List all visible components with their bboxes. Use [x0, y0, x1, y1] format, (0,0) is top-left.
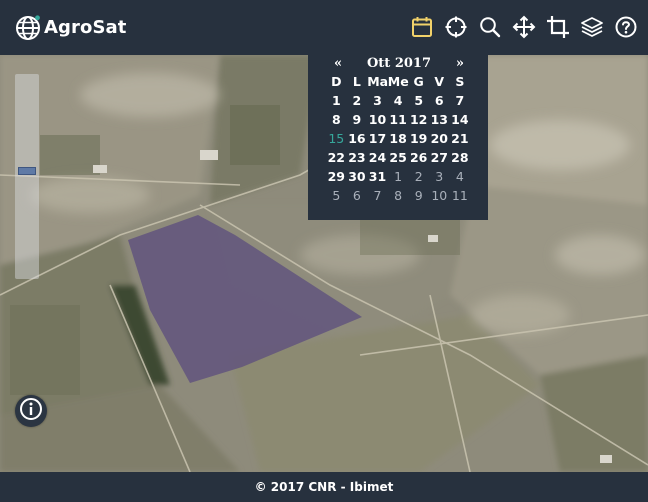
globe-icon — [15, 14, 41, 41]
calendar-day[interactable]: 23 — [347, 148, 368, 167]
calendar-day[interactable]: 30 — [347, 167, 368, 186]
calendar-day[interactable]: 7 — [450, 91, 471, 110]
search-button[interactable] — [473, 11, 507, 43]
layers-icon — [580, 15, 604, 39]
help-button[interactable] — [609, 11, 643, 43]
calendar-day[interactable]: 4 — [450, 167, 471, 186]
calendar-day[interactable]: 22 — [326, 148, 347, 167]
app-logo[interactable]: AgroSat — [15, 14, 127, 41]
calendar-day[interactable]: 3 — [429, 167, 450, 186]
calendar-day[interactable]: 9 — [408, 186, 429, 205]
calendar-day[interactable]: 6 — [429, 91, 450, 110]
calendar-day[interactable]: 21 — [450, 129, 471, 148]
calendar-day[interactable]: 3 — [367, 91, 388, 110]
weekday-header: D — [331, 74, 342, 89]
calendar-day[interactable]: 19 — [408, 129, 429, 148]
month-label[interactable]: Ott 2017 — [367, 56, 431, 71]
calendar-day[interactable]: 26 — [408, 148, 429, 167]
calendar-day[interactable]: 1 — [326, 91, 347, 110]
calendar-day[interactable]: 10 — [367, 110, 388, 129]
calendar-day[interactable]: 9 — [347, 110, 368, 129]
calendar-day[interactable]: 29 — [326, 167, 347, 186]
info-icon — [19, 397, 43, 425]
calendar-day[interactable]: 12 — [408, 110, 429, 129]
calendar-day[interactable]: 10 — [429, 186, 450, 205]
calendar-day[interactable]: 25 — [388, 148, 409, 167]
satellite-map[interactable]: « Ott 2017 » D L Ma Me G V S 1 2 3 4 5 6 7 8 9 10 11 12 13 1… — [0, 55, 648, 472]
weekday-header: Me — [387, 74, 409, 89]
copyright-text: © 2017 CNR - Ibimet — [254, 480, 394, 494]
calendar-day[interactable]: 2 — [408, 167, 429, 186]
calendar-day[interactable]: 14 — [450, 110, 471, 129]
calendar-day[interactable]: 5 — [326, 186, 347, 205]
calendar-day[interactable]: 4 — [388, 91, 409, 110]
weekday-header: V — [434, 74, 445, 89]
date-picker: « Ott 2017 » D L Ma Me G V S 1 2 3 4 5 6 7 8 9 10 11 12 13 1… — [308, 55, 488, 220]
app-title: AgroSat — [44, 17, 127, 38]
calendar-day[interactable]: 16 — [347, 129, 368, 148]
zoom-slider[interactable] — [15, 74, 39, 279]
app-header: AgroSat — [0, 0, 648, 55]
calendar-day[interactable]: 2 — [347, 91, 368, 110]
weekday-header: L — [352, 74, 361, 89]
pan-button[interactable] — [507, 11, 541, 43]
info-button[interactable] — [15, 395, 47, 427]
footer: © 2017 CNR - Ibimet — [0, 472, 648, 502]
calendar-day[interactable]: 8 — [326, 110, 347, 129]
calendar-day[interactable]: 1 — [388, 167, 409, 186]
calendar-day[interactable]: 11 — [388, 110, 409, 129]
toolbar — [405, 11, 643, 43]
calendar-day[interactable]: 18 — [388, 129, 409, 148]
calendar-day[interactable]: 11 — [450, 186, 471, 205]
next-month-button[interactable]: » — [456, 56, 464, 71]
crosshair-icon — [445, 16, 467, 38]
crop-button[interactable] — [541, 11, 575, 43]
weekday-header: S — [455, 74, 465, 89]
calendar-day[interactable]: 6 — [347, 186, 368, 205]
zoom-slider-thumb[interactable] — [18, 167, 36, 175]
calendar-day[interactable]: 15 — [326, 129, 347, 148]
calendar-day[interactable]: 31 — [367, 167, 388, 186]
weekday-header: G — [413, 74, 424, 89]
date-picker-grid: D L Ma Me G V S 1 2 3 4 5 6 7 8 9 10 11 12 13 14 15 16 17 18 19 20… — [308, 72, 488, 205]
move-icon — [512, 15, 536, 39]
calendar-day[interactable]: 28 — [450, 148, 471, 167]
calendar-icon — [411, 16, 433, 38]
calendar-button[interactable] — [405, 11, 439, 43]
calendar-day[interactable]: 24 — [367, 148, 388, 167]
layers-button[interactable] — [575, 11, 609, 43]
locate-button[interactable] — [439, 11, 473, 43]
date-picker-header: « Ott 2017 » — [308, 55, 488, 72]
calendar-day[interactable]: 7 — [367, 186, 388, 205]
search-icon — [479, 16, 501, 38]
prev-month-button[interactable]: « — [334, 56, 342, 71]
calendar-day[interactable]: 27 — [429, 148, 450, 167]
calendar-day[interactable]: 13 — [429, 110, 450, 129]
help-icon — [615, 16, 637, 38]
calendar-day[interactable]: 8 — [388, 186, 409, 205]
weekday-header: Ma — [367, 74, 389, 89]
calendar-day[interactable]: 20 — [429, 129, 450, 148]
calendar-day[interactable]: 17 — [367, 129, 388, 148]
crop-icon — [546, 15, 570, 39]
calendar-day[interactable]: 5 — [408, 91, 429, 110]
